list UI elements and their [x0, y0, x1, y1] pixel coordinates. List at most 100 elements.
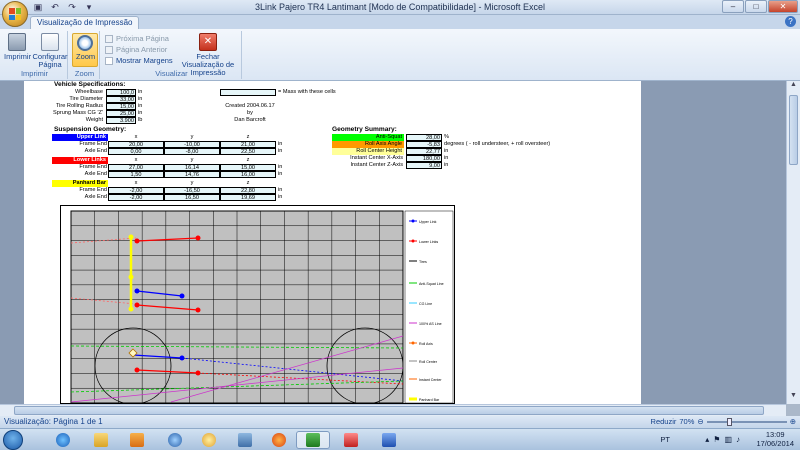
suspension-chart: Upper Link Lower Links Tires Anti-Squat Lin… [60, 205, 455, 404]
start-button[interactable] [3, 430, 23, 450]
next-page-label: Próxima Página [116, 34, 169, 43]
taskbar-thunderbird-icon[interactable] [158, 431, 192, 449]
upper-frame-z: 21,00 [220, 141, 276, 148]
lower-frame-z: 15,00 [220, 164, 276, 171]
col-header-x: x [134, 180, 138, 186]
suspension-title: Suspension Geometry: [54, 126, 127, 133]
taskbar-media-icon[interactable] [120, 431, 154, 449]
print-button[interactable]: Imprimir [4, 33, 32, 61]
ribbon: Imprimir Configurar Página Imprimir Zoom… [0, 29, 800, 81]
flag-icon[interactable]: ⚑ [713, 435, 720, 444]
geo-unit: degrees ( - roll understeer, + roll over… [444, 141, 551, 147]
col-header-x: x [134, 157, 138, 163]
upper-link-label: Upper Link [52, 134, 108, 141]
scroll-down-icon[interactable]: ▼ [787, 392, 800, 404]
upper-link-point [134, 288, 140, 294]
previous-page-button[interactable]: Página Anterior [105, 45, 167, 54]
checkbox-icon [105, 56, 113, 65]
spec-label: Weight [85, 117, 103, 123]
zoom-minus-icon[interactable]: ⊖ [697, 417, 703, 426]
tab-print-preview[interactable]: Visualização de Impressão [30, 16, 140, 29]
zoom-out-label[interactable]: Reduzir [651, 417, 677, 426]
maximize-button[interactable]: □ [745, 0, 767, 13]
clock[interactable]: 13:09 17/06/2014 [756, 430, 794, 448]
legend-label: Instant Center [419, 378, 442, 382]
zoom-slider[interactable] [706, 417, 787, 426]
window-controls: – □ ✕ [722, 0, 798, 13]
panhard-point [128, 306, 134, 312]
taskbar-app-icon[interactable] [192, 431, 226, 449]
row-label: Frame End [79, 164, 107, 170]
next-page-button[interactable]: Próxima Página [105, 34, 169, 43]
spec-value: 3.900 [106, 117, 136, 124]
minimize-button[interactable]: – [722, 0, 744, 13]
row-label: Axle End [84, 148, 107, 154]
zoom-percent[interactable]: 70% [679, 417, 694, 426]
panhard-bar-label: Panhard Bar [52, 180, 108, 187]
taskbar-word-icon[interactable] [372, 431, 406, 449]
panhard-point [128, 274, 134, 280]
geo-unit: in [444, 148, 449, 154]
spec-unit: in [138, 89, 143, 95]
geo-value-ic-x: 180,00 [406, 155, 442, 162]
print-preview-page[interactable]: Vehicle Specifications: Wheelbase 100,0 … [24, 81, 641, 404]
col-header-y: y [190, 180, 194, 186]
link-point [195, 307, 201, 313]
close-preview-icon: ✕ [199, 33, 217, 51]
zoom-slider-knob[interactable] [726, 417, 732, 426]
taskbar-explorer-icon[interactable] [84, 431, 118, 449]
show-margins-checkbox[interactable]: Mostrar Margens [105, 56, 173, 65]
geometry-summary-title: Geometry Summary: [332, 126, 397, 133]
taskbar-network-icon[interactable] [228, 431, 262, 449]
tray-arrow-icon[interactable]: ▴ [705, 435, 709, 444]
horizontal-scroll-thumb[interactable] [14, 406, 764, 415]
mass-note: = Mass with these cells [278, 89, 336, 95]
legend-marker [411, 341, 415, 345]
close-button[interactable]: ✕ [768, 0, 798, 13]
geo-label-roll-center: Roll Center Height [332, 148, 404, 155]
network-icon[interactable]: ▥ [724, 435, 732, 444]
office-button[interactable] [2, 1, 28, 27]
system-tray: ▴ ⚑ ▥ ♪ [705, 435, 740, 444]
magnifier-icon [77, 35, 93, 51]
legend-label: Lower Links [419, 240, 438, 244]
taskbar-tools-icon[interactable] [334, 431, 368, 449]
taskbar-excel-icon[interactable] [296, 431, 330, 449]
page-setup-button[interactable]: Configurar Página [32, 33, 68, 69]
legend-label: 100% AS Line [419, 322, 442, 326]
spec-label: Sprung Mass CG 'Z' [52, 110, 103, 116]
col-header-z: z [246, 157, 250, 163]
group-label-zoom: Zoom [74, 69, 95, 78]
scroll-up-icon[interactable]: ▲ [787, 81, 800, 93]
printer-icon [8, 33, 26, 51]
language-indicator[interactable]: PT [660, 435, 670, 444]
zoom-plus-icon[interactable]: ⊕ [790, 417, 796, 426]
geo-label-anti-squat: Anti-Squat [332, 134, 404, 141]
print-label: Imprimir [4, 52, 32, 61]
horizontal-scrollbar[interactable] [0, 404, 786, 416]
panhard-frame-z: 22,80 [220, 187, 276, 194]
vertical-scrollbar[interactable]: ▲ ▼ [786, 81, 800, 404]
unit: in [278, 164, 283, 170]
taskbar-firefox-icon[interactable] [262, 431, 296, 449]
link-point [134, 238, 140, 244]
zoom-button[interactable]: Zoom [72, 33, 98, 67]
spec-label: Wheelbase [75, 89, 103, 95]
vertical-scroll-thumb[interactable] [789, 95, 798, 165]
volume-icon[interactable]: ♪ [736, 435, 740, 444]
lower-frame-x: 27,00 [108, 164, 164, 171]
vehicle-specs-title: Vehicle Specifications: [54, 81, 126, 88]
legend-label: Panhard Bar [419, 398, 440, 402]
legend-label: Anti-Squat Line [419, 282, 444, 286]
col-header-z: z [246, 180, 250, 186]
lower-axle-z: 16,00 [220, 171, 276, 178]
help-icon[interactable]: ? [785, 16, 796, 27]
page-setup-label: Configurar Página [32, 52, 68, 69]
taskbar-ie-icon[interactable] [46, 431, 80, 449]
geo-unit: in [444, 162, 449, 168]
panhard-frame-y: -16,50 [164, 187, 220, 194]
unit: in [278, 141, 283, 147]
col-header-y: y [190, 134, 194, 140]
geo-label-ic-x: Instant Center X-Axis [350, 155, 403, 161]
spec-label: Tire Diameter [69, 96, 103, 102]
